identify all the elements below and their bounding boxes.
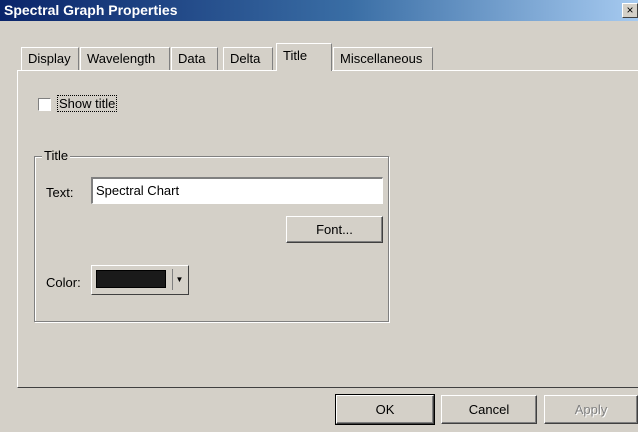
tab-display[interactable]: Display (21, 47, 79, 70)
tab-delta[interactable]: Delta (223, 47, 273, 70)
color-label: Color: (46, 275, 81, 290)
dialog-window: Spectral Graph Properties × Display Wave… (0, 0, 638, 432)
show-title-checkbox[interactable] (38, 98, 51, 111)
window-title: Spectral Graph Properties (4, 2, 178, 18)
tab-label: Title (283, 48, 308, 63)
title-text-input[interactable]: Spectral Chart (91, 177, 383, 204)
tab-label: Display (28, 51, 71, 66)
color-swatch (96, 270, 166, 288)
close-icon: × (626, 3, 634, 17)
tab-label: Delta (230, 51, 261, 66)
font-button[interactable]: Font... (286, 216, 383, 243)
tab-label: Miscellaneous (340, 51, 423, 66)
ok-button[interactable]: OK (335, 394, 435, 425)
text-label: Text: (46, 185, 74, 200)
tab-title[interactable]: Title (276, 43, 332, 71)
title-group-legend: Title (42, 148, 71, 163)
tab-label: Data (178, 51, 206, 66)
apply-button[interactable]: Apply (544, 395, 638, 424)
cancel-button[interactable]: Cancel (441, 395, 537, 424)
tab-label: Wavelength (87, 51, 156, 66)
tab-wavelength[interactable]: Wavelength (80, 47, 170, 70)
tab-data[interactable]: Data (171, 47, 218, 70)
color-picker[interactable]: ▼ (91, 265, 189, 295)
show-title-label[interactable]: Show title (56, 95, 118, 112)
title-bar[interactable]: Spectral Graph Properties × (0, 0, 638, 21)
close-button[interactable]: × (622, 3, 638, 18)
chevron-down-icon[interactable]: ▼ (172, 269, 186, 290)
tab-miscellaneous[interactable]: Miscellaneous (333, 47, 433, 70)
